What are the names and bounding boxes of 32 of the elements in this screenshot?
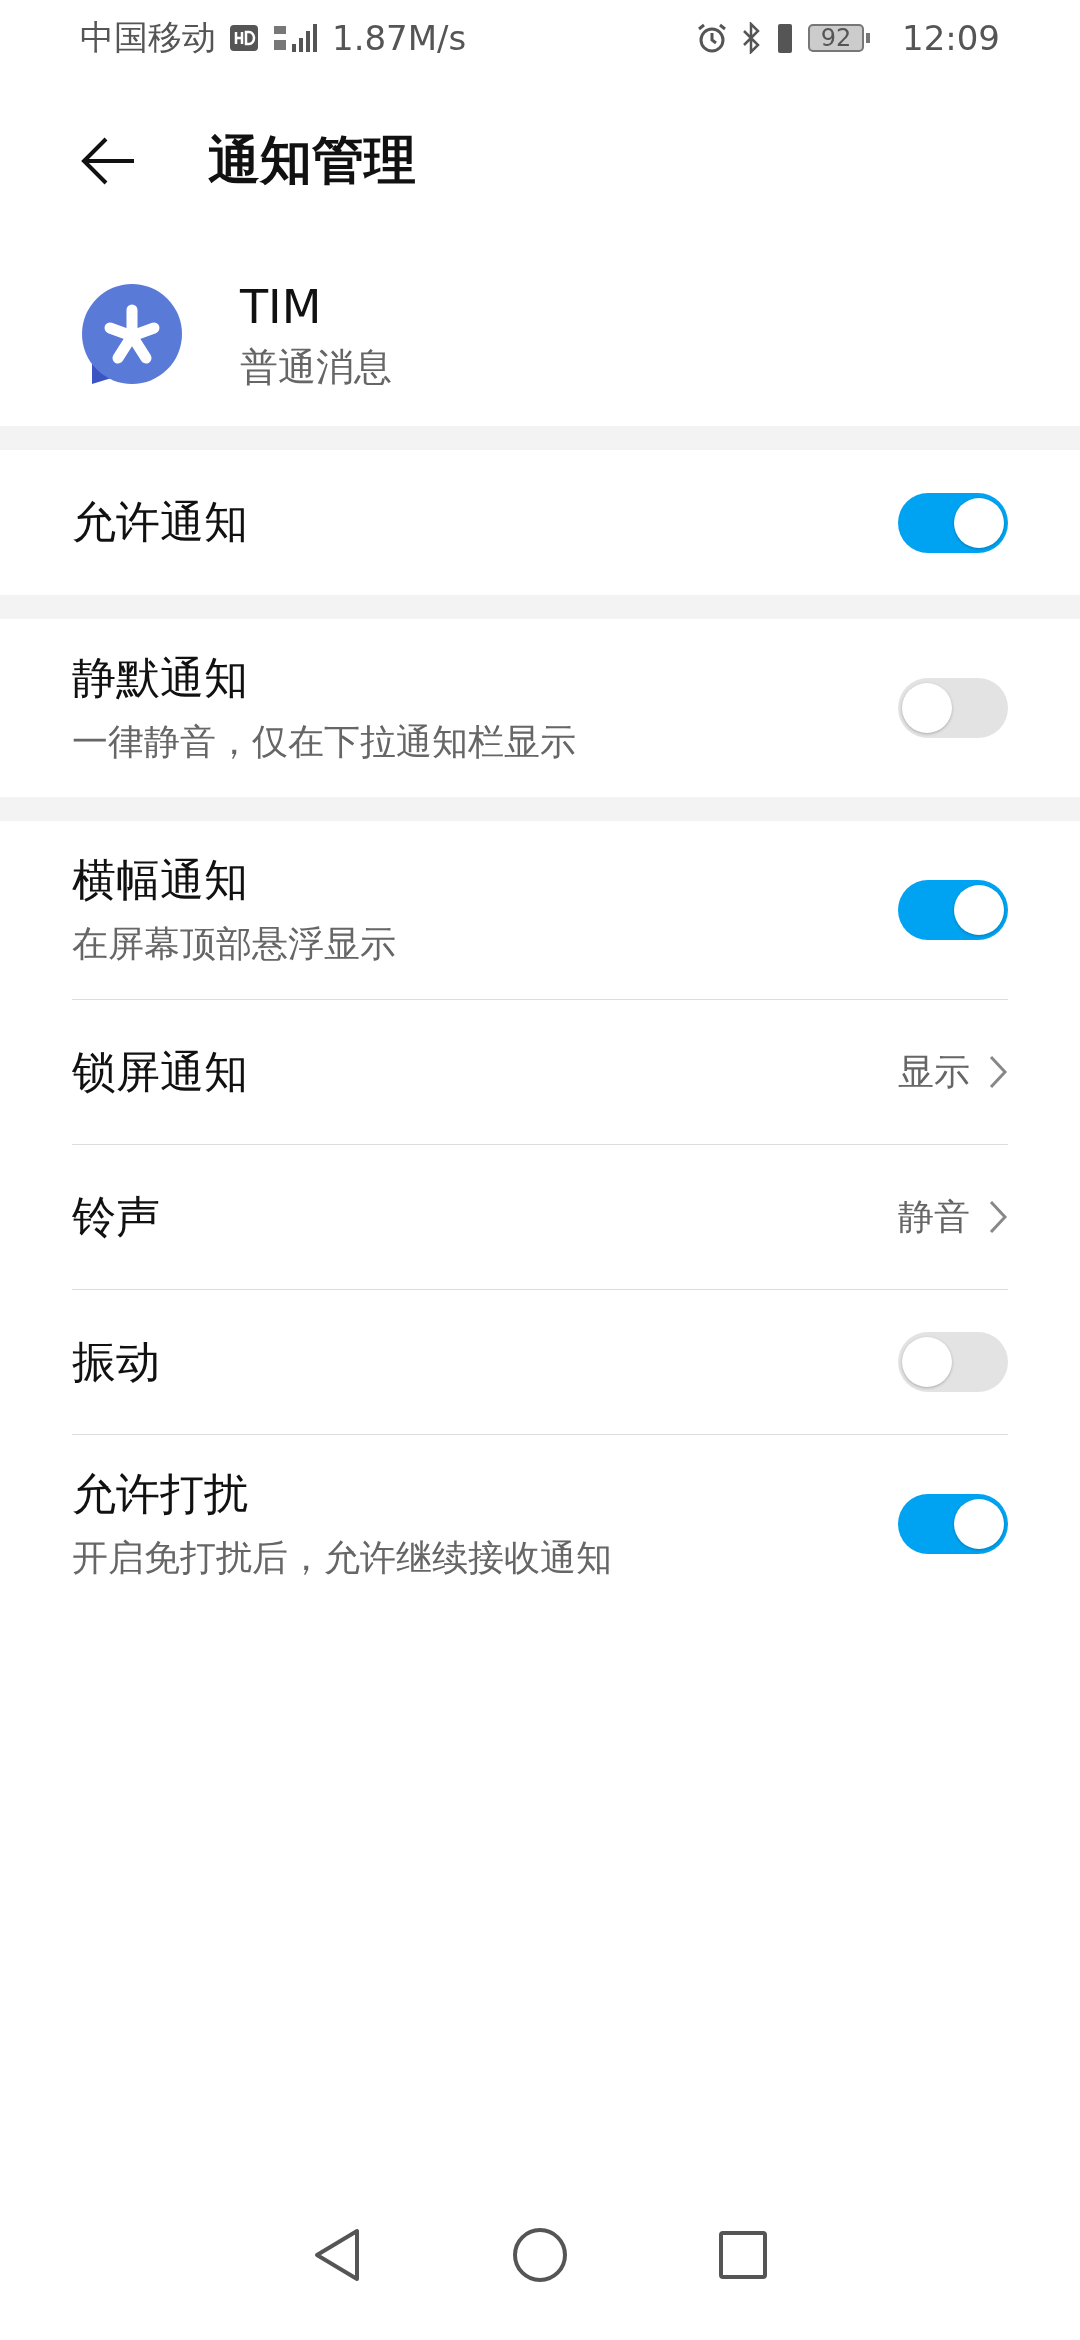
- back-nav-button[interactable]: [312, 2227, 362, 2283]
- home-nav-button[interactable]: [512, 2227, 568, 2283]
- chevron-right-icon: [988, 1054, 1008, 1090]
- chevron-right-icon: [988, 1199, 1008, 1235]
- setting-title: 允许通知: [72, 495, 249, 549]
- clock-time: 12:09: [902, 18, 1000, 58]
- setting-title: 静默通知: [72, 651, 249, 705]
- page-title: 通知管理: [208, 129, 416, 192]
- setting-title: 铃声: [72, 1189, 161, 1244]
- network-speed: 1.87M/s: [332, 18, 467, 58]
- setting-title: 横幅通知: [72, 853, 249, 907]
- toggle-switch[interactable]: [898, 1332, 1008, 1392]
- app-category: 普通消息: [240, 343, 392, 391]
- signal-icon: [272, 22, 318, 54]
- vibrate-icon: [776, 21, 794, 55]
- app-name: TIM: [240, 279, 323, 334]
- toggle-switch[interactable]: [898, 880, 1008, 940]
- toggle-switch[interactable]: [898, 678, 1008, 738]
- setting-description: 在屏幕顶部悬浮显示: [72, 922, 397, 966]
- setting-description: 一律静音，仅在下拉通知栏显示: [72, 720, 577, 764]
- alarm-icon: [696, 22, 728, 54]
- setting-title: 锁屏通知: [72, 1044, 249, 1099]
- setting-title: 允许打扰: [72, 1466, 249, 1521]
- value-link[interactable]: 显示: [898, 1047, 1008, 1097]
- setting-title: 振动: [72, 1334, 161, 1389]
- value-link[interactable]: 静音: [898, 1192, 1008, 1242]
- battery-indicator: 92: [808, 24, 870, 52]
- hd-icon: [230, 25, 258, 51]
- setting-description: 开启免打扰后，允许继续接收通知: [72, 1535, 613, 1580]
- recents-nav-button[interactable]: [718, 2230, 768, 2280]
- bluetooth-icon: [742, 22, 762, 54]
- carrier-name: 中国移动: [80, 16, 216, 59]
